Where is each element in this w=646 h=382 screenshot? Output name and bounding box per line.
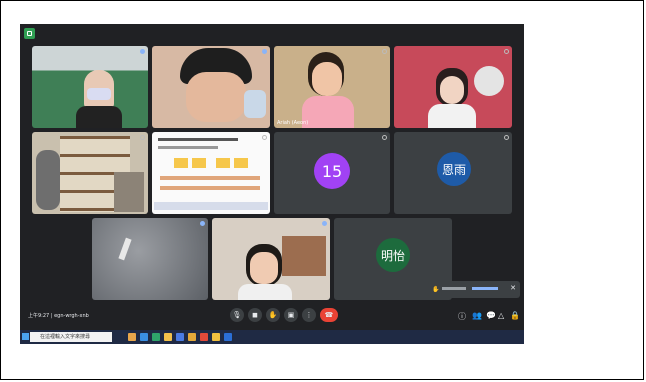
taskbar-app-icon[interactable] [128,333,136,341]
avatar: 明怡 [376,238,410,272]
meeting-info: 上午9:27 | egn-wrgh-xnb [28,313,89,319]
taskbar-app-icon[interactable] [164,333,172,341]
activities-icon[interactable]: △ [498,311,504,320]
windows-start-icon[interactable] [22,333,29,340]
camera-button[interactable]: ◼ [248,308,262,322]
leave-call-button[interactable]: ☎ [320,308,338,322]
avatar: 恩雨 [437,152,471,186]
people-icon[interactable]: 👥 [472,311,482,320]
meet-window: Ariah (Aeon) 15 恩雨 明怡 ✋ ✕ 上午9:27 | egn-w… [20,24,524,344]
participant-tile-ariah[interactable]: Ariah (Aeon) [274,46,390,128]
mic-active-icon [200,221,205,226]
participant-tile-bookshelf[interactable] [32,132,148,214]
participant-tile-teacher[interactable] [32,46,148,128]
participant-tile-blurry[interactable] [92,218,208,300]
notification-toast[interactable]: ✋ ✕ [428,281,520,298]
mic-active-icon [322,221,327,226]
info-icon[interactable]: ⓘ [458,311,466,322]
mic-muted-icon [382,135,387,140]
taskbar-app-icon[interactable] [200,333,208,341]
participant-tile-girl-pink[interactable] [394,46,512,128]
toast-text-placeholder [442,287,466,290]
mic-active-icon [140,49,145,54]
participant-tile-girl-room[interactable] [212,218,330,300]
participant-tile-boy[interactable] [152,46,270,128]
participant-tile-enyu[interactable]: 恩雨 [394,132,512,214]
raise-hand-button[interactable]: ✋ [266,308,280,322]
participant-tile-shared-screen[interactable] [152,132,270,214]
mic-muted-icon [504,135,509,140]
participant-name: Ariah (Aeon) [277,120,309,126]
taskbar-search[interactable]: 在這裡輸入文字來搜尋 [30,332,112,342]
windows-taskbar: 在這裡輸入文字來搜尋 [20,330,524,344]
avatar: 15 [314,153,350,189]
lock-icon[interactable]: 🔒 [510,311,520,320]
mic-muted-icon [262,135,267,140]
more-options-button[interactable]: ⋮ [302,308,316,322]
participant-tile-15[interactable]: 15 [274,132,390,214]
present-button[interactable]: ▣ [284,308,298,322]
mic-active-icon [262,49,267,54]
taskbar-app-icon[interactable] [152,333,160,341]
taskbar-app-icon[interactable] [176,333,184,341]
close-icon[interactable]: ✕ [510,284,516,292]
toast-action-placeholder[interactable] [472,287,498,290]
mic-button[interactable]: 🎙 [230,308,244,322]
chat-icon[interactable]: 💬 [486,311,496,320]
mic-muted-icon [140,135,145,140]
taskbar-app-icon[interactable] [140,333,148,341]
mic-muted-icon [382,49,387,54]
taskbar-app-icon[interactable] [224,333,232,341]
control-bar: 上午9:27 | egn-wrgh-xnb 🎙 ◼ ✋ ▣ ⋮ ☎ ⓘ 👥 💬 … [20,302,524,330]
mic-muted-icon [504,49,509,54]
taskbar-app-icon[interactable] [188,333,196,341]
hand-icon: ✋ [432,286,440,293]
meet-logo-icon [24,28,35,39]
taskbar-app-icon[interactable] [212,333,220,341]
